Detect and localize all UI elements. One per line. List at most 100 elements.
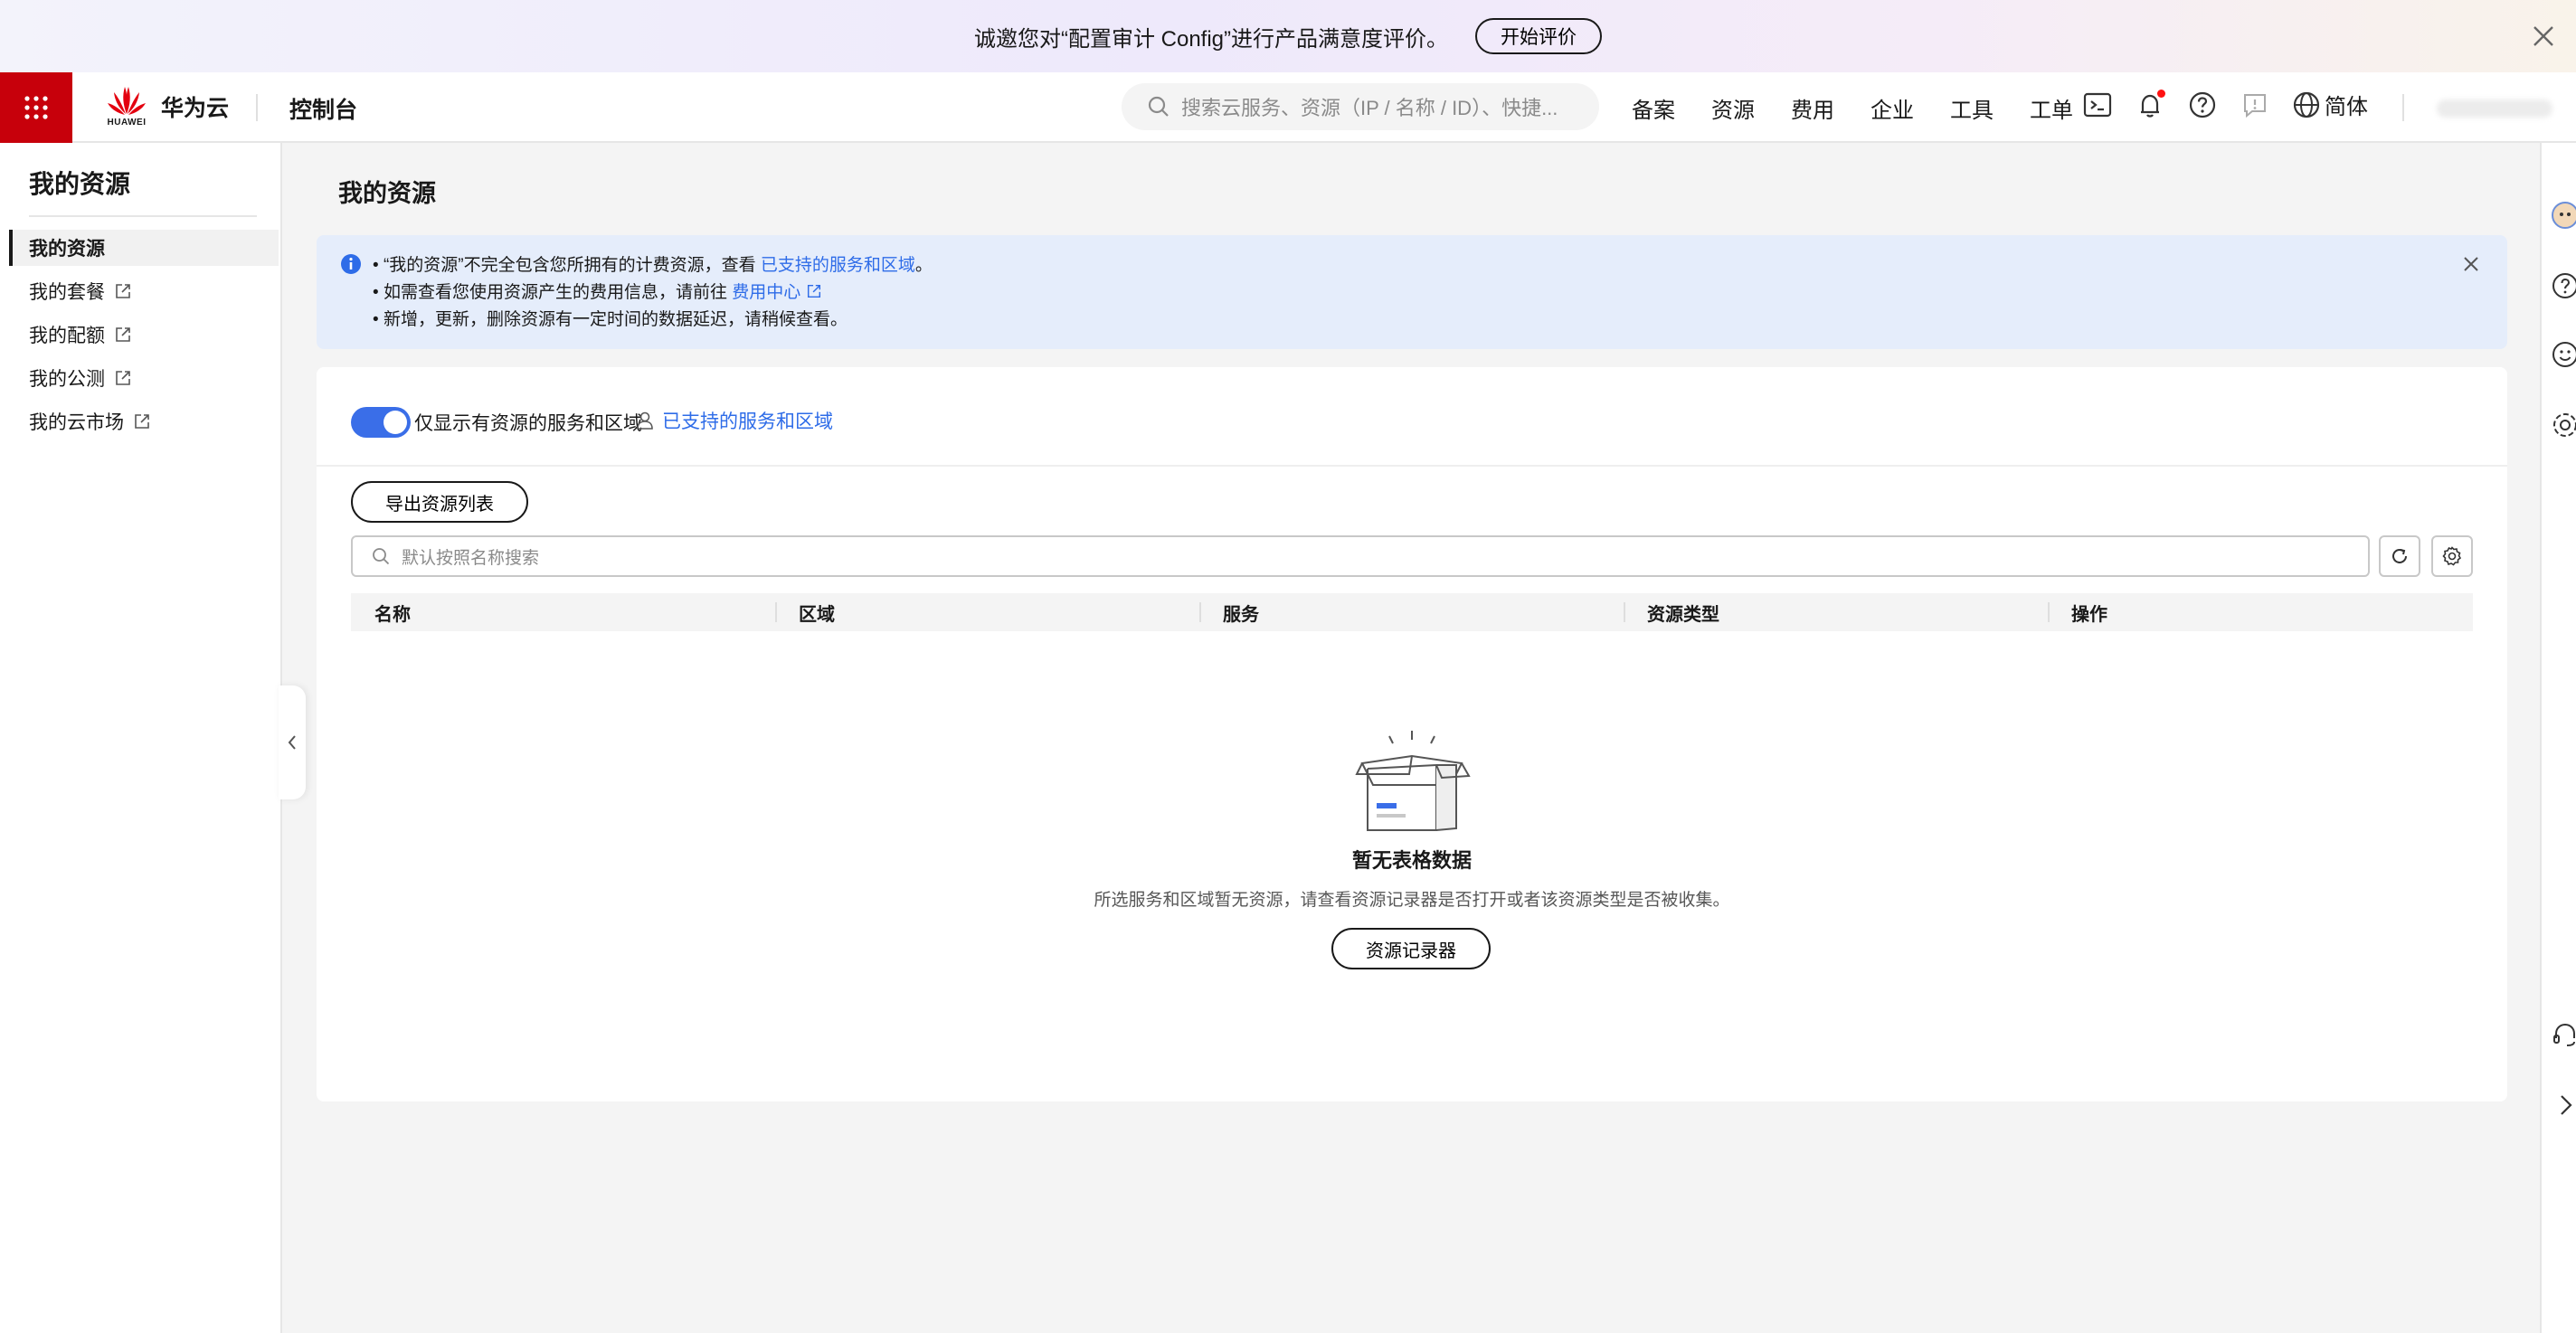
- billing-center-link[interactable]: 费用中心: [732, 283, 800, 302]
- close-icon[interactable]: [2529, 22, 2558, 51]
- user-divider: [2402, 94, 2404, 121]
- supported-services-link-label: 已支持的服务和区域: [662, 411, 833, 432]
- top-navigation: HUAWEI 华为云 控制台 搜索云服务、资源（IP / 名称 / ID）、快捷…: [0, 72, 2576, 143]
- globe-icon: [2293, 91, 2320, 118]
- table-settings-button[interactable]: [2431, 535, 2473, 577]
- start-survey-button[interactable]: 开始评价: [1475, 18, 1603, 54]
- search-placeholder: 默认按照名称搜索: [402, 548, 540, 568]
- user-account-menu[interactable]: [2437, 99, 2552, 118]
- nav-link-beian[interactable]: 备案: [1632, 92, 1675, 124]
- refresh-icon: [2392, 548, 2407, 563]
- nav-link-enterprise[interactable]: 企业: [1870, 92, 1914, 124]
- sidebar: 我的资源 我的资源 我的套餐 我的配额 我的公测 我的云市场: [0, 143, 282, 1333]
- export-resource-list-button[interactable]: 导出资源列表: [351, 481, 528, 523]
- sidebar-item-label: 我的公测: [29, 369, 105, 390]
- language-label: 简体: [2325, 95, 2368, 119]
- huawei-wordmark: HUAWEI: [107, 118, 147, 128]
- global-search[interactable]: 搜索云服务、资源（IP / 名称 / ID）、快捷...: [1122, 83, 1599, 130]
- sidebar-item-label: 我的资源: [29, 239, 105, 260]
- supported-services-filter-link[interactable]: 已支持的服务和区域: [635, 407, 833, 434]
- sidebar-item-my-quotas[interactable]: 我的配额: [9, 317, 279, 353]
- terminal-icon[interactable]: [2082, 90, 2113, 120]
- grid-icon: [24, 96, 48, 119]
- notice-text: 新增，更新，删除资源有一定时间的数据延迟，请稍候查看。: [383, 310, 848, 329]
- external-link-icon: [135, 414, 149, 429]
- chevron-left-icon: [288, 735, 296, 750]
- notice-line-1: • “我的资源”不完全包含您所拥有的计费资源，查看 已支持的服务和区域。: [373, 256, 933, 275]
- nav-link-billing[interactable]: 费用: [1791, 92, 1834, 124]
- notice-line-3: • 新增，更新，删除资源有一定时间的数据延迟，请稍候查看。: [373, 310, 848, 329]
- user-lock-icon: [637, 411, 653, 430]
- empty-state-title: 暂无表格数据: [1351, 849, 1472, 872]
- sidebar-item-my-resources[interactable]: 我的资源: [9, 230, 279, 266]
- empty-state-description: 所选服务和区域暂无资源，请查看资源记录器是否打开或者该资源类型是否被收集。: [1094, 891, 1730, 910]
- nav-icons: 简体: [2082, 89, 2368, 120]
- info-icon: [341, 254, 361, 274]
- huawei-logo-mark: HUAWEI: [105, 85, 148, 128]
- sidebar-item-label: 我的配额: [29, 326, 105, 346]
- gear-icon: [2442, 546, 2462, 566]
- help-icon[interactable]: [2187, 90, 2218, 120]
- sidebar-item-label: 我的套餐: [29, 282, 105, 303]
- nav-link-tickets[interactable]: 工单: [2030, 92, 2073, 124]
- search-icon: [1148, 96, 1169, 117]
- language-switcher[interactable]: 简体: [2292, 89, 2368, 120]
- smile-feedback-icon[interactable]: [2551, 340, 2576, 369]
- huawei-cloud-logo[interactable]: HUAWEI 华为云: [105, 85, 229, 128]
- nav-link-resources[interactable]: 资源: [1711, 92, 1755, 124]
- survey-banner: 诚邀您对“配置审计 Config”进行产品满意度评价。 开始评价: [0, 0, 2576, 72]
- sidebar-item-my-marketplace[interactable]: 我的云市场: [9, 403, 279, 440]
- column-header-actions: 操作: [2048, 593, 2472, 631]
- sidebar-collapse-button[interactable]: [279, 685, 306, 799]
- logo-text: 华为云: [161, 95, 230, 121]
- headset-support-icon[interactable]: [2551, 1020, 2576, 1049]
- nav-links: 备案 资源 费用 企业 工具 工单: [1632, 92, 2109, 124]
- card-divider: [317, 465, 2507, 467]
- external-link-icon: [116, 284, 130, 298]
- search-icon: [373, 548, 390, 565]
- nav-link-tools[interactable]: 工具: [1950, 92, 1994, 124]
- column-header-region[interactable]: 区域: [775, 593, 1199, 631]
- sidebar-item-label: 我的云市场: [29, 412, 124, 433]
- external-link-icon: [807, 284, 820, 298]
- resource-recorder-button[interactable]: 资源记录器: [1331, 928, 1491, 969]
- sidebar-item-my-packages[interactable]: 我的套餐: [9, 273, 279, 309]
- search-input[interactable]: 搜索云服务、资源（IP / 名称 / ID）、快捷...: [1181, 92, 1588, 121]
- notification-button[interactable]: [2135, 89, 2165, 120]
- external-link-icon: [116, 327, 130, 342]
- notice-text: 如需查看您使用资源产生的费用信息，请前往: [383, 283, 727, 302]
- notice-text: “我的资源”不完全包含您所拥有的计费资源，查看: [383, 256, 756, 275]
- assistant-avatar-icon[interactable]: [2551, 201, 2576, 230]
- survey-text: 诚邀您对“配置审计 Config”进行产品满意度评价。: [973, 26, 1449, 52]
- external-link-icon: [116, 371, 130, 385]
- notice-line-2: • 如需查看您使用资源产生的费用信息，请前往 费用中心: [373, 279, 822, 303]
- show-only-with-resources-toggle[interactable]: [351, 407, 411, 438]
- refresh-button[interactable]: [2379, 535, 2420, 577]
- column-header-service[interactable]: 服务: [1199, 593, 1624, 631]
- close-icon[interactable]: [2460, 253, 2482, 275]
- column-header-name[interactable]: 名称: [351, 593, 775, 631]
- table-search-input[interactable]: 默认按照名称搜索: [351, 535, 2370, 577]
- gear-icon[interactable]: [2551, 411, 2576, 440]
- page-title: 我的资源: [338, 180, 436, 207]
- right-toolbar: [2540, 143, 2576, 1333]
- sidebar-title: 我的资源: [29, 170, 131, 198]
- nav-divider: [256, 94, 258, 121]
- sidebar-item-my-beta[interactable]: 我的公测: [9, 360, 279, 396]
- notice-text: 。: [914, 256, 933, 275]
- supported-services-link[interactable]: 已支持的服务和区域: [761, 256, 915, 275]
- feedback-icon[interactable]: [2240, 90, 2270, 120]
- column-header-resource-type[interactable]: 资源类型: [1624, 593, 2048, 631]
- info-notice: • “我的资源”不完全包含您所拥有的计费资源，查看 已支持的服务和区域。 • 如…: [317, 235, 2507, 349]
- help-icon[interactable]: [2551, 271, 2576, 300]
- table-header: 名称 区域 服务 资源类型 操作: [351, 593, 2473, 631]
- console-link[interactable]: 控制台: [289, 92, 357, 125]
- huawei-flower-icon: [108, 87, 146, 115]
- toggle-label: 仅显示有资源的服务和区域: [414, 413, 642, 434]
- service-list-button[interactable]: [0, 72, 72, 143]
- notification-dot: [2157, 89, 2165, 98]
- chevron-right-icon[interactable]: [2551, 1091, 2576, 1120]
- empty-box-illustration: [1355, 731, 1471, 831]
- resource-card: 仅显示有资源的服务和区域 已支持的服务和区域 导出资源列表 默认按照名称搜索 名…: [317, 367, 2507, 1101]
- toggle-knob: [384, 411, 407, 434]
